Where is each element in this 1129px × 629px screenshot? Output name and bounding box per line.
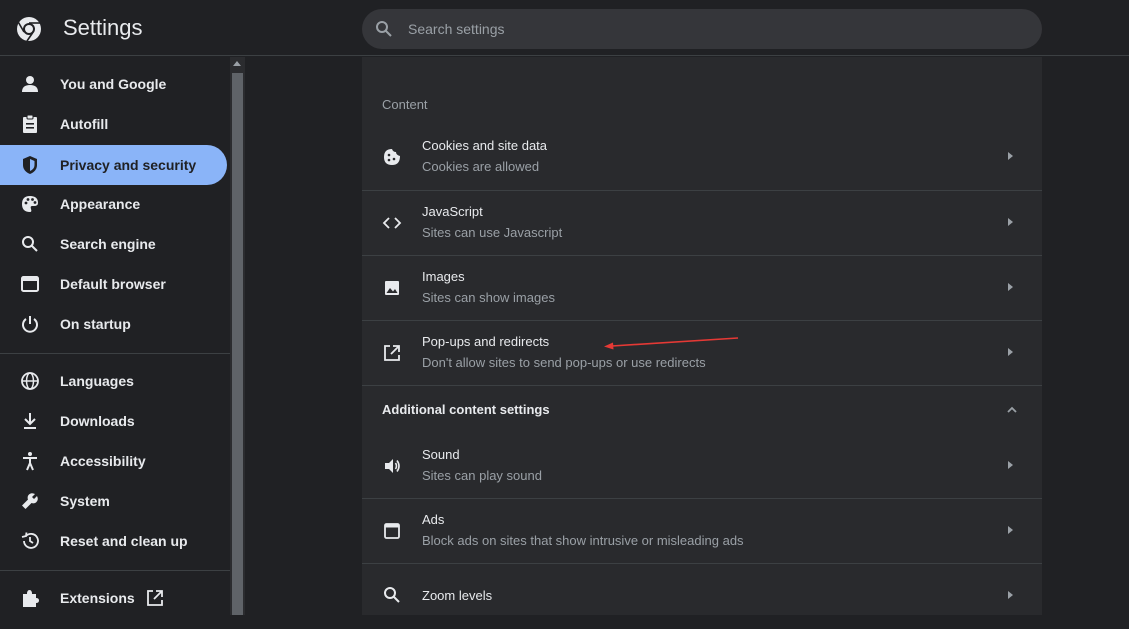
sidebar-item-appearance[interactable]: Appearance bbox=[0, 184, 227, 224]
search-icon bbox=[374, 19, 394, 39]
top-bar: Settings bbox=[0, 0, 1129, 56]
sidebar-item-extensions[interactable]: Extensions bbox=[0, 578, 227, 618]
sidebar-scrollbar[interactable] bbox=[230, 57, 245, 615]
chrome-logo-icon bbox=[16, 16, 42, 42]
row-cookies-and-site-data[interactable]: Cookies and site data Cookies are allowe… bbox=[362, 125, 1042, 190]
sidebar-divider bbox=[0, 570, 230, 571]
row-subtitle: Sites can use Javascript bbox=[422, 225, 562, 240]
search-input[interactable] bbox=[408, 9, 1028, 49]
open-external-icon bbox=[382, 343, 402, 363]
row-title: Zoom levels bbox=[422, 588, 492, 603]
search-icon bbox=[20, 234, 40, 254]
sidebar-item-system[interactable]: System bbox=[0, 481, 227, 521]
download-icon bbox=[20, 411, 40, 431]
sidebar-item-label: On startup bbox=[60, 316, 131, 332]
search-box[interactable] bbox=[362, 9, 1042, 49]
sidebar-item-label: Accessibility bbox=[60, 453, 146, 469]
sidebar-item-label: Default browser bbox=[60, 276, 166, 292]
sidebar-item-privacy-and-security[interactable]: Privacy and security bbox=[0, 145, 227, 185]
browser-icon bbox=[20, 274, 40, 294]
row-subtitle: Sites can play sound bbox=[422, 468, 542, 483]
sidebar-item-autofill[interactable]: Autofill bbox=[0, 104, 227, 144]
sidebar: You and Google Autofill Privacy and secu… bbox=[0, 57, 230, 615]
search-icon bbox=[382, 585, 402, 605]
person-icon bbox=[20, 74, 40, 94]
sidebar-item-label: System bbox=[60, 493, 110, 509]
scroll-up-arrow-icon[interactable] bbox=[233, 61, 241, 66]
chevron-right-icon bbox=[1008, 218, 1013, 226]
power-icon bbox=[20, 314, 40, 334]
ad-window-icon bbox=[382, 521, 402, 541]
row-title: JavaScript bbox=[422, 204, 483, 219]
section-title-content: Content bbox=[382, 97, 428, 112]
sidebar-item-label: Search engine bbox=[60, 236, 156, 252]
sidebar-item-languages[interactable]: Languages bbox=[0, 361, 227, 401]
chevron-right-icon bbox=[1008, 526, 1013, 534]
globe-icon bbox=[20, 371, 40, 391]
speaker-icon bbox=[382, 456, 402, 476]
image-icon bbox=[382, 278, 402, 298]
chevron-up-icon bbox=[1006, 404, 1018, 416]
row-images[interactable]: Images Sites can show images bbox=[362, 256, 1042, 321]
puzzle-icon bbox=[20, 588, 40, 608]
sidebar-item-label: Reset and clean up bbox=[60, 533, 188, 549]
sidebar-item-label: You and Google bbox=[60, 76, 166, 92]
row-zoom-levels[interactable]: Zoom levels bbox=[362, 564, 1042, 629]
row-subtitle: Block ads on sites that show intrusive o… bbox=[422, 533, 744, 548]
chevron-right-icon bbox=[1008, 152, 1013, 160]
sidebar-item-label: Downloads bbox=[60, 413, 135, 429]
sidebar-item-label: Autofill bbox=[60, 116, 108, 132]
chevron-right-icon bbox=[1008, 591, 1013, 599]
clipboard-icon bbox=[20, 114, 40, 134]
restore-icon bbox=[20, 531, 40, 551]
code-icon bbox=[382, 213, 402, 233]
row-javascript[interactable]: JavaScript Sites can use Javascript bbox=[362, 191, 1042, 256]
sidebar-item-on-startup[interactable]: On startup bbox=[0, 304, 227, 344]
row-title: Images bbox=[422, 269, 465, 284]
row-title: Ads bbox=[422, 512, 444, 527]
chevron-right-icon bbox=[1008, 348, 1013, 356]
row-title: Pop-ups and redirects bbox=[422, 334, 549, 349]
page-title: Settings bbox=[63, 15, 143, 41]
sidebar-item-you-and-google[interactable]: You and Google bbox=[0, 64, 227, 104]
sidebar-divider bbox=[0, 353, 230, 354]
sidebar-item-label: Extensions bbox=[60, 590, 135, 606]
row-ads[interactable]: Ads Block ads on sites that show intrusi… bbox=[362, 499, 1042, 564]
sidebar-item-label: Appearance bbox=[60, 196, 140, 212]
sidebar-item-reset-and-clean-up[interactable]: Reset and clean up bbox=[0, 521, 227, 561]
palette-icon bbox=[20, 194, 40, 214]
row-subtitle: Sites can show images bbox=[422, 290, 555, 305]
additional-content-settings-title: Additional content settings bbox=[382, 402, 550, 417]
row-subtitle: Cookies are allowed bbox=[422, 159, 539, 174]
additional-content-settings-toggle[interactable]: Additional content settings bbox=[362, 386, 1042, 434]
wrench-icon bbox=[20, 491, 40, 511]
open-external-icon bbox=[145, 588, 165, 608]
sidebar-item-downloads[interactable]: Downloads bbox=[0, 401, 227, 441]
scroll-thumb[interactable] bbox=[232, 73, 243, 615]
sidebar-item-label: Languages bbox=[60, 373, 134, 389]
sidebar-item-default-browser[interactable]: Default browser bbox=[0, 264, 227, 304]
shield-icon bbox=[20, 155, 40, 175]
row-title: Cookies and site data bbox=[422, 138, 547, 153]
row-title: Sound bbox=[422, 447, 460, 462]
accessibility-icon bbox=[20, 451, 40, 471]
annotation-arrow-icon bbox=[600, 330, 745, 352]
sidebar-item-search-engine[interactable]: Search engine bbox=[0, 224, 227, 264]
sidebar-item-label: Privacy and security bbox=[60, 157, 196, 173]
cookie-icon bbox=[382, 147, 402, 167]
chevron-right-icon bbox=[1008, 283, 1013, 291]
chevron-right-icon bbox=[1008, 461, 1013, 469]
row-sound[interactable]: Sound Sites can play sound bbox=[362, 434, 1042, 499]
row-subtitle: Don't allow sites to send pop-ups or use… bbox=[422, 355, 706, 370]
sidebar-item-accessibility[interactable]: Accessibility bbox=[0, 441, 227, 481]
